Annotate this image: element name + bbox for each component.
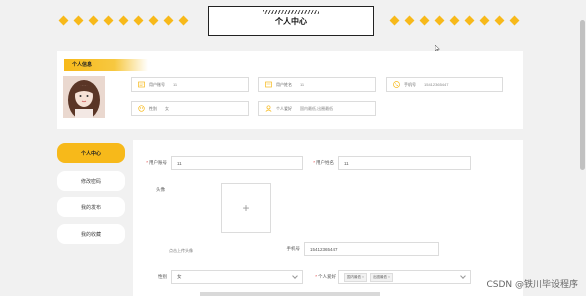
info-name: 用户姓名 11 xyxy=(258,77,376,92)
phone-label: 手机号 xyxy=(286,246,301,251)
hobby-label: *个人爱好 xyxy=(315,274,336,279)
info-hobby: 个人爱好 国内最低,出圈最低 xyxy=(258,101,376,116)
account-input[interactable]: 11 xyxy=(171,156,303,170)
id-card-icon xyxy=(138,81,145,88)
info-account: 用户账号 11 xyxy=(131,77,249,92)
header-diamonds-right xyxy=(389,15,520,26)
hobby-select[interactable]: 国内最低 × 出圈最低 × xyxy=(338,270,471,284)
scrollbar-thumb[interactable] xyxy=(580,20,585,170)
avatar xyxy=(63,76,105,118)
sidebar-item-change-password[interactable]: 修改密码 xyxy=(57,171,125,191)
gender-label: 性别 xyxy=(158,274,167,279)
chevron-down-icon xyxy=(292,273,298,279)
page-title: 个人中心 xyxy=(275,16,307,26)
phone-icon xyxy=(393,81,400,88)
close-icon[interactable]: × xyxy=(388,275,390,279)
gender-select[interactable]: 女 xyxy=(171,270,303,284)
chevron-down-icon xyxy=(460,273,466,279)
page-title-box: 个人中心 xyxy=(208,6,374,36)
name-input[interactable]: 11 xyxy=(338,156,471,170)
name-label: *用户姓名 xyxy=(313,160,334,165)
hobby-tag: 国内最低 × xyxy=(344,272,368,282)
watermark: CSDN @铁川毕设程序 xyxy=(486,280,578,290)
user-icon xyxy=(265,105,272,112)
header-diamonds-left xyxy=(58,15,189,26)
info-gender: 性别 女 xyxy=(131,101,249,116)
info-phone: 手机号 15412365447 xyxy=(386,77,503,92)
name-card-icon xyxy=(265,81,272,88)
sidebar-item-my-posts[interactable]: 我的发布 xyxy=(57,197,125,217)
phone-input[interactable]: 15412365447 xyxy=(304,242,439,256)
plus-icon: + xyxy=(242,201,250,215)
avatar-label: 头像 xyxy=(156,187,165,192)
sidebar-item-my-favorites[interactable]: 我的收藏 xyxy=(57,224,125,244)
avatar-uploader[interactable]: + xyxy=(221,183,271,233)
avatar-image xyxy=(63,76,105,118)
upload-hint: 点击上传头像 xyxy=(169,248,193,253)
section-title: 个人信息 xyxy=(64,59,148,71)
close-icon[interactable]: × xyxy=(362,275,364,279)
hobby-tag: 出圈最低 × xyxy=(370,272,394,282)
account-label: *用户账号 xyxy=(146,160,167,165)
gender-icon xyxy=(138,105,145,112)
sidebar-item-profile[interactable]: 个人中心 xyxy=(57,143,125,163)
bottom-divider xyxy=(200,292,380,296)
